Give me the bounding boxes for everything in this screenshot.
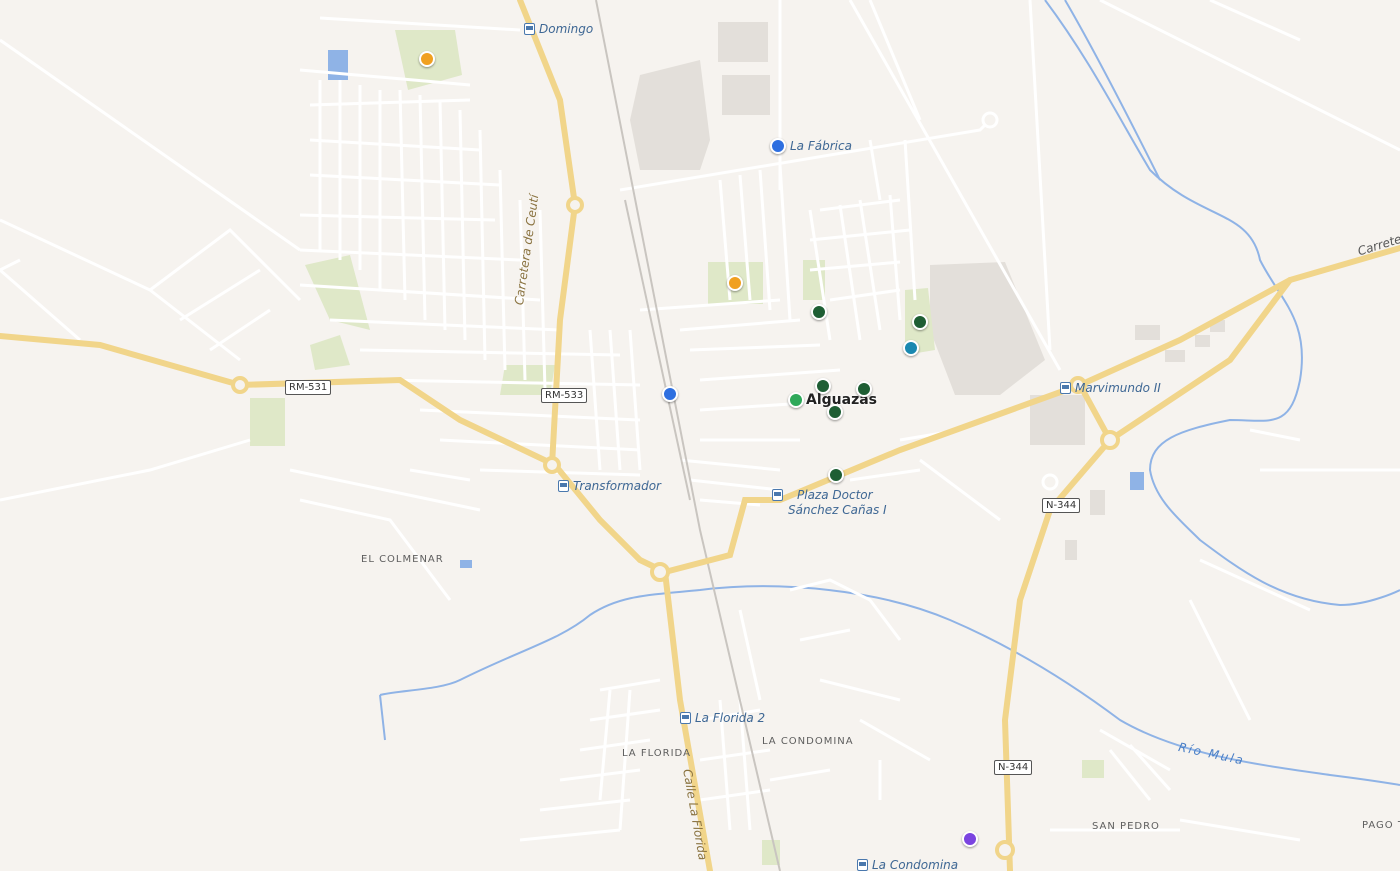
poi-marker-purple[interactable] — [962, 831, 978, 847]
bus-stop-marvimundo[interactable]: Marvimundo II — [1060, 381, 1161, 395]
bus-icon — [558, 480, 569, 492]
road-shield-n344-south: N-344 — [994, 760, 1033, 775]
area-label-pago: PAGO T — [1362, 820, 1400, 831]
bus-stop-transformador[interactable]: Transformador — [558, 479, 661, 493]
poi-marker-teal[interactable] — [903, 340, 919, 356]
bus-stop-la-condomina[interactable]: La Condomina — [857, 858, 958, 871]
map-canvas[interactable]: Domingo La Fábrica Marvimundo II Transfo… — [0, 0, 1400, 871]
bus-stop-plaza-doctor[interactable]: Plaza Doctor Sánchez Cañas I — [772, 488, 887, 518]
poi-marker-orange-north[interactable] — [419, 51, 435, 67]
poi-marker-darkgreen-2[interactable] — [912, 314, 928, 330]
bus-stop-label: La Condomina — [872, 858, 959, 871]
poi-marker-darkgreen-5[interactable] — [827, 404, 843, 420]
bus-stop-label-line2: Sánchez Cañas I — [788, 503, 887, 517]
poi-marker-green-light[interactable] — [788, 392, 804, 408]
bus-icon — [857, 859, 868, 871]
road-shield-n344-north: N-344 — [1042, 498, 1081, 513]
bus-stop-label: Transformador — [573, 479, 661, 493]
map-base-layer — [0, 0, 1400, 871]
poi-marker-blue-station[interactable] — [662, 386, 678, 402]
bus-icon — [1060, 382, 1071, 394]
bus-icon — [680, 712, 691, 724]
area-label-el-colmenar: EL COLMENAR — [361, 554, 444, 565]
bus-stop-label-line1: Plaza Doctor — [797, 488, 873, 502]
area-label-la-condomina: LA CONDOMINA — [762, 736, 854, 747]
poi-marker-blue-la-fabrica[interactable] — [770, 138, 786, 154]
bus-stop-la-fabrica-label[interactable]: La Fábrica — [790, 139, 852, 153]
road-shield-rm531: RM-531 — [285, 380, 332, 395]
bus-stop-label: Marvimundo II — [1075, 381, 1161, 395]
area-label-san-pedro: SAN PEDRO — [1092, 821, 1160, 832]
road-shield-rm533: RM-533 — [541, 388, 588, 403]
bus-stop-label: La Fábrica — [790, 139, 852, 153]
bus-stop-domingo[interactable]: Domingo — [524, 22, 593, 36]
bus-icon — [772, 489, 783, 501]
bus-stop-label: La Florida 2 — [695, 711, 766, 725]
poi-marker-orange-center[interactable] — [727, 275, 743, 291]
area-label-la-florida: LA FLORIDA — [622, 748, 691, 759]
poi-marker-darkgreen-3[interactable] — [815, 378, 831, 394]
bus-stop-label: Domingo — [539, 22, 594, 36]
poi-marker-darkgreen-6[interactable] — [828, 467, 844, 483]
poi-marker-darkgreen-1[interactable] — [811, 304, 827, 320]
bus-stop-la-florida-2[interactable]: La Florida 2 — [680, 711, 765, 725]
poi-marker-darkgreen-4[interactable] — [856, 381, 872, 397]
bus-icon — [524, 23, 535, 35]
